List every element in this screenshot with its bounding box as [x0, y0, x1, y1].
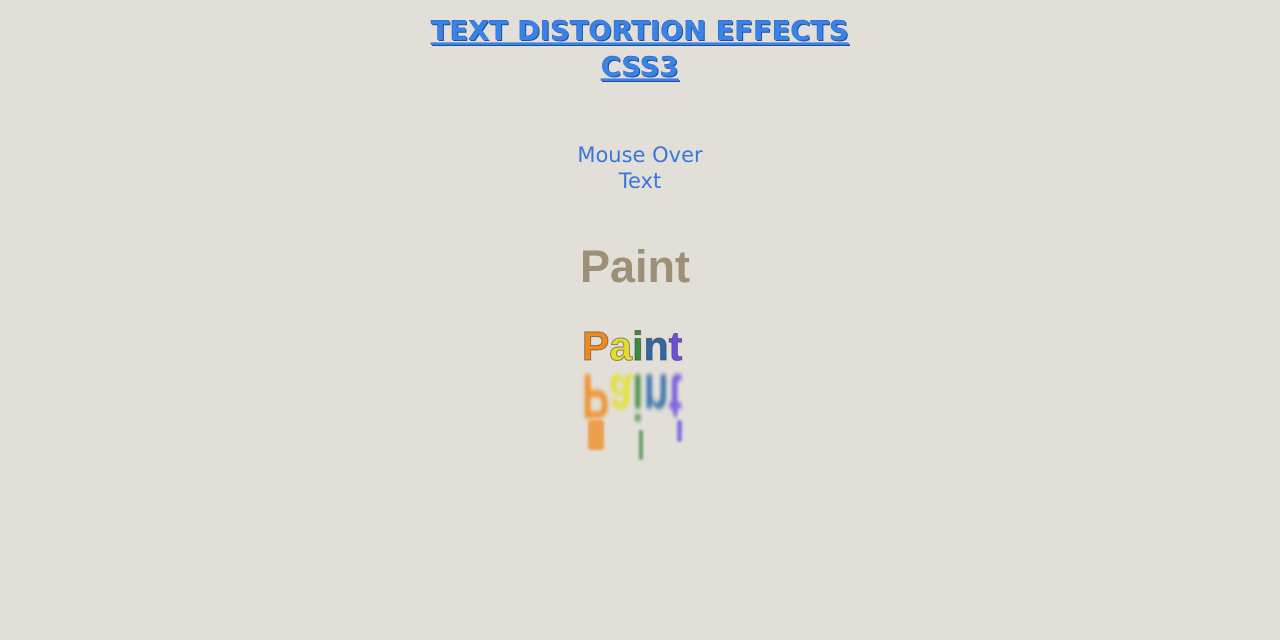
instruction-line-1: Mouse Over: [577, 143, 703, 167]
paint-word-distorted[interactable]: Paint Paint: [581, 320, 692, 470]
paint-word-plain[interactable]: Paint: [0, 240, 1270, 294]
title-line-1[interactable]: TEXT DISTORTION EFFECTS: [431, 14, 849, 50]
paint-rainbow-text: Paint: [581, 320, 683, 372]
page: TEXT DISTORTION EFFECTS CSS3 Mouse Over …: [0, 0, 1280, 640]
rainbow-letter-1: P: [581, 323, 610, 370]
rainbow-letter-5: t: [668, 323, 683, 370]
rainbow-letter-4: n: [643, 323, 669, 370]
paint-drip: [588, 420, 604, 450]
instruction-text: Mouse Over Text: [0, 142, 1280, 194]
title-line-2[interactable]: CSS3: [601, 50, 679, 86]
instruction-line-2: Text: [618, 169, 662, 193]
rainbow-letter-2: a: [609, 323, 633, 370]
paint-drip: [677, 420, 682, 442]
rainbow-letter-3: i: [632, 323, 644, 370]
title-link[interactable]: TEXT DISTORTION EFFECTS CSS3: [0, 14, 1280, 86]
paint-drip: [639, 430, 643, 460]
